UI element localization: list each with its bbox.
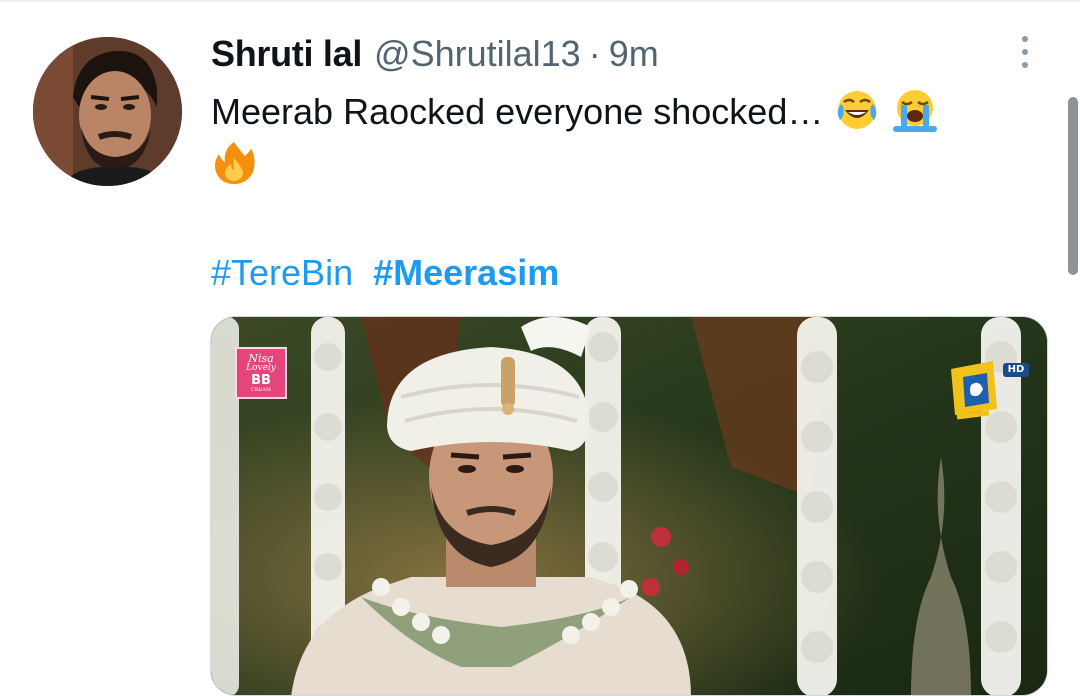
tweet-media-image[interactable]: Nisa Lovely BB CREAM HD [210, 316, 1048, 696]
more-vertical-icon [1022, 36, 1028, 42]
tweet-text-line-2 [211, 140, 257, 186]
display-name[interactable]: Shruti lal [211, 34, 362, 74]
header-separator: · [588, 33, 601, 74]
user-handle[interactable]: @Shrutilal13 [374, 34, 581, 74]
scrollbar-thumb[interactable] [1068, 97, 1078, 275]
fire-icon [211, 140, 257, 186]
face-with-tears-of-joy-icon [835, 88, 879, 141]
timestamp[interactable]: 9m [609, 34, 659, 74]
avatar[interactable] [33, 37, 182, 186]
hashtag-line: #TereBin #Meerasim [211, 252, 559, 294]
watermark-brand-badge: Nisa Lovely BB CREAM [235, 347, 287, 399]
hashtag-meerasim[interactable]: #Meerasim [373, 252, 559, 293]
tweet-header: Shruti lal @Shrutilal13 · 9m [211, 34, 659, 74]
hd-badge: HD [1003, 363, 1029, 377]
more-options-button[interactable] [1006, 30, 1044, 74]
loudly-crying-face-icon [891, 88, 939, 141]
tweet[interactable]: Shruti lal @Shrutilal13 · 9m Meerab Raoc… [0, 0, 1080, 696]
tweet-text-content: Meerab Raocked everyone shocked… [211, 91, 824, 132]
tweet-text: Meerab Raocked everyone shocked… [211, 88, 939, 141]
hashtag-terebin[interactable]: #TereBin [211, 252, 353, 293]
